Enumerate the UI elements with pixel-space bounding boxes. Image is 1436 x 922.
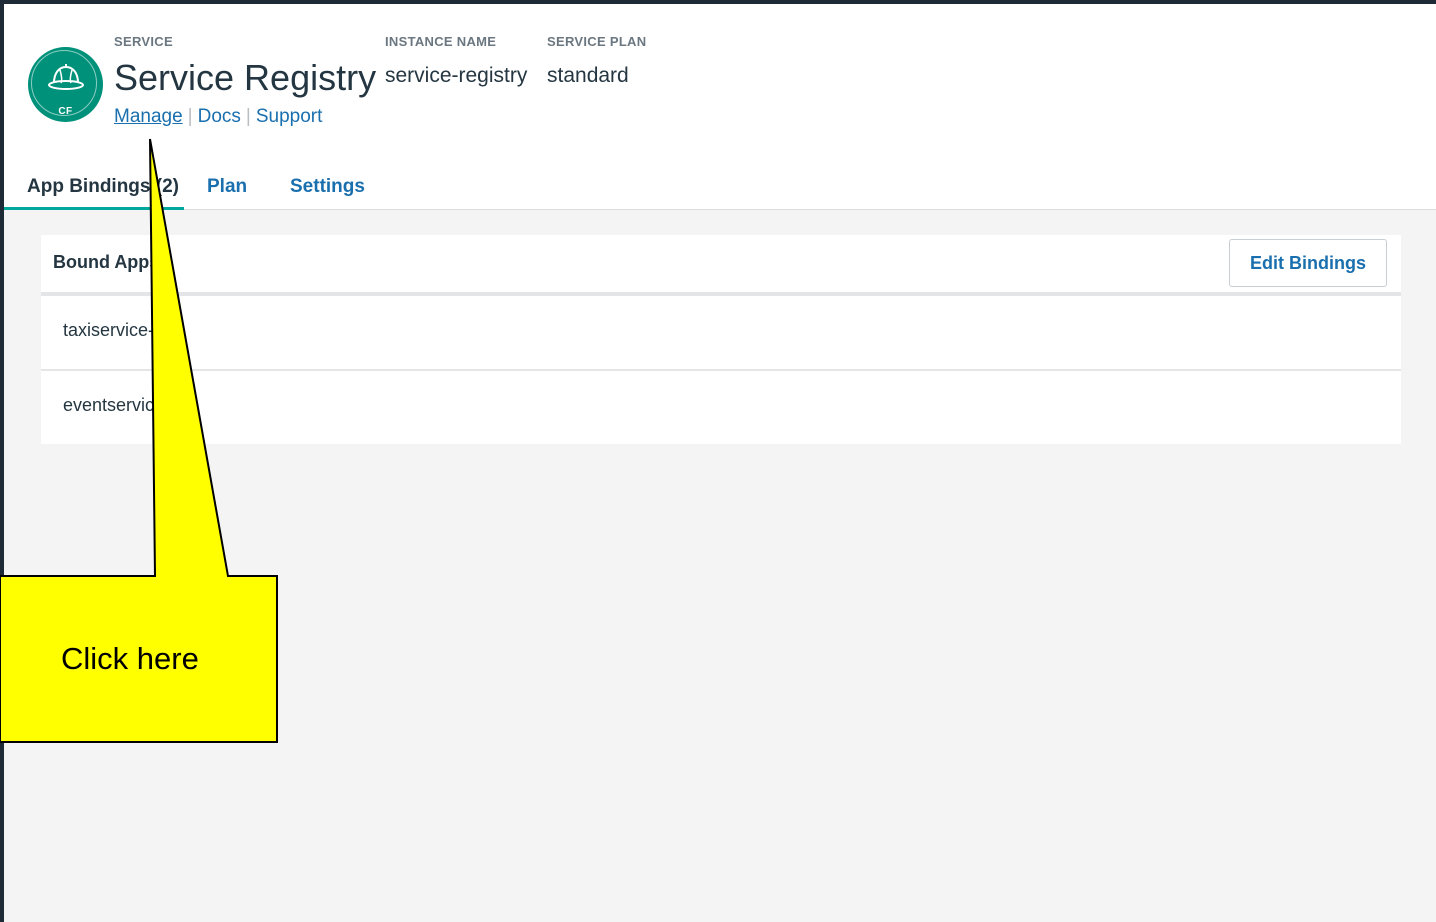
callout-text: Click here: [61, 641, 199, 676]
link-separator: |: [245, 106, 251, 127]
tab-settings[interactable]: Settings: [290, 176, 365, 198]
service-header: CF SERVICE INSTANCE NAME SERVICE PLAN Se…: [4, 4, 1436, 210]
tab-plan[interactable]: Plan: [207, 176, 247, 198]
service-detail-page: CF SERVICE INSTANCE NAME SERVICE PLAN Se…: [4, 4, 1436, 922]
service-links: Manage | Docs | Support: [114, 106, 322, 128]
service-plan-label: SERVICE PLAN: [547, 34, 647, 49]
edit-bindings-button[interactable]: Edit Bindings: [1229, 239, 1387, 287]
link-separator: |: [187, 106, 193, 127]
tab-bar: App Bindings (2) Plan Settings: [4, 164, 604, 210]
instance-name-value: service-registry: [385, 64, 528, 87]
support-link[interactable]: Support: [256, 106, 323, 127]
instance-name-label: INSTANCE NAME: [385, 34, 497, 49]
service-logo: CF: [28, 47, 103, 122]
tab-app-bindings[interactable]: App Bindings (2): [27, 176, 179, 198]
logo-text: CF: [58, 106, 73, 117]
bound-apps-header: Bound Apps Edit Bindings: [41, 235, 1401, 296]
manage-link[interactable]: Manage: [114, 106, 183, 127]
active-tab-indicator: [4, 207, 184, 210]
bound-apps-title: Bound Apps: [53, 252, 160, 272]
bound-apps-panel: Bound Apps Edit Bindings taxiservice- ev…: [41, 235, 1401, 444]
helmet-icon: [48, 64, 84, 90]
service-label: SERVICE: [114, 34, 173, 49]
docs-link[interactable]: Docs: [198, 106, 241, 127]
table-row[interactable]: taxiservice-: [41, 296, 1401, 369]
service-plan-value: standard: [547, 64, 629, 87]
app-name: taxiservice-: [63, 320, 155, 340]
table-row[interactable]: eventservic: [41, 369, 1401, 444]
page-title: Service Registry: [114, 57, 377, 98]
app-name: eventservic: [63, 395, 155, 415]
